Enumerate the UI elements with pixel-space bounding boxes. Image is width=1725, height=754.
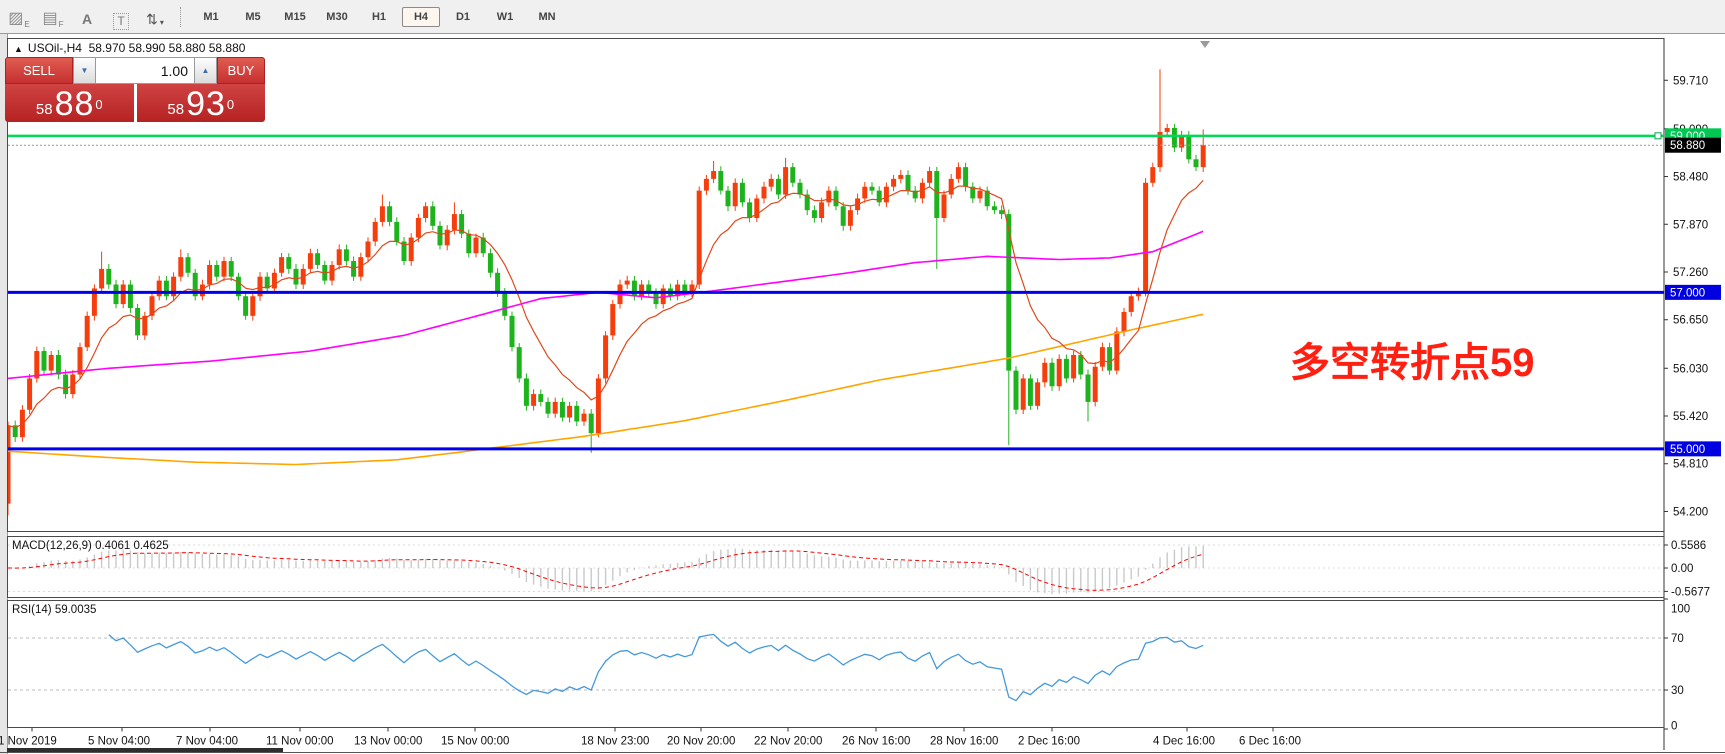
svg-text:0.00: 0.00 xyxy=(1671,563,1693,575)
svg-text:1 Nov 2019: 1 Nov 2019 xyxy=(0,736,57,748)
time-axis: 1 Nov 2019 5 Nov 04:00 7 Nov 04:00 11 Nov 0… xyxy=(0,728,1664,748)
trading-platform-window: ▨E ▤F A T ⇅▾ M1M5M15M30H1H4D1W1MN 59.710… xyxy=(0,0,1725,754)
buy-button[interactable]: BUY xyxy=(217,57,265,84)
svg-text:0.5586: 0.5586 xyxy=(1671,540,1706,552)
svg-text:59.710: 59.710 xyxy=(1673,75,1708,87)
svg-text:4 Dec 16:00: 4 Dec 16:00 xyxy=(1153,736,1215,748)
svg-text:20 Nov 20:00: 20 Nov 20:00 xyxy=(667,736,735,748)
svg-text:55.000: 55.000 xyxy=(1670,444,1705,456)
svg-text:2 Dec 16:00: 2 Dec 16:00 xyxy=(1018,736,1080,748)
svg-text:58.480: 58.480 xyxy=(1673,172,1708,184)
svg-text:100: 100 xyxy=(1671,604,1690,616)
svg-text:55.420: 55.420 xyxy=(1673,411,1708,423)
macd-label: MACD(12,26,9) 0.4061 0.4625 xyxy=(12,540,169,552)
svg-text:58.880: 58.880 xyxy=(1670,140,1705,152)
svg-text:70: 70 xyxy=(1671,633,1684,645)
volume-decrease-button[interactable]: ▼ xyxy=(73,57,96,84)
bid-price-box[interactable]: 58880 xyxy=(5,84,134,122)
symbol-ohlc: 58.970 58.990 58.880 58.880 xyxy=(89,41,246,55)
volume-input[interactable] xyxy=(96,57,194,84)
price-axis: 59.71059.09058.48057.87057.26056.65056.0… xyxy=(1664,75,1721,732)
svg-text:28 Nov 16:00: 28 Nov 16:00 xyxy=(930,736,998,748)
svg-text:26 Nov 16:00: 26 Nov 16:00 xyxy=(842,736,910,748)
volume-increase-button[interactable]: ▲ xyxy=(194,57,217,84)
svg-text:6 Dec 16:00: 6 Dec 16:00 xyxy=(1239,736,1301,748)
window-bottom-border xyxy=(0,752,1725,753)
chart-annotation-text: 多空转折点59 xyxy=(1290,330,1535,388)
svg-text:54.200: 54.200 xyxy=(1673,506,1708,518)
svg-text:18 Nov 23:00: 18 Nov 23:00 xyxy=(581,736,649,748)
svg-text:0: 0 xyxy=(1671,721,1677,733)
rsi-pane[interactable] xyxy=(8,601,1665,728)
svg-text:13 Nov 00:00: 13 Nov 00:00 xyxy=(354,736,422,748)
svg-text:22 Nov 20:00: 22 Nov 20:00 xyxy=(754,736,822,748)
sell-button[interactable]: SELL xyxy=(5,57,73,84)
svg-text:56.030: 56.030 xyxy=(1673,363,1708,375)
svg-text:5 Nov 04:00: 5 Nov 04:00 xyxy=(88,736,150,748)
svg-text:30: 30 xyxy=(1671,685,1684,697)
rsi-label: RSI(14) 59.0035 xyxy=(12,604,96,616)
svg-text:57.870: 57.870 xyxy=(1673,219,1708,231)
svg-text:54.810: 54.810 xyxy=(1673,459,1708,471)
svg-text:56.650: 56.650 xyxy=(1673,315,1708,327)
symbol-info: ▲ USOil-,H4 58.970 58.990 58.880 58.880 xyxy=(14,41,245,55)
svg-text:57.260: 57.260 xyxy=(1673,267,1708,279)
svg-text:15 Nov 00:00: 15 Nov 00:00 xyxy=(441,736,509,748)
collapse-arrow-icon[interactable]: ▲ xyxy=(14,44,23,54)
svg-text:57.000: 57.000 xyxy=(1670,287,1705,299)
svg-text:7 Nov 04:00: 7 Nov 04:00 xyxy=(176,736,238,748)
symbol-name: USOil-,H4 xyxy=(28,41,82,55)
line-handle[interactable] xyxy=(1655,133,1661,139)
svg-text:-0.5677: -0.5677 xyxy=(1671,586,1710,598)
ask-price-box[interactable]: 58930 xyxy=(137,84,266,122)
svg-text:11 Nov 00:00: 11 Nov 00:00 xyxy=(266,736,334,748)
one-click-trade-panel: SELL ▼ ▲ BUY 58880 58930 xyxy=(5,57,265,122)
